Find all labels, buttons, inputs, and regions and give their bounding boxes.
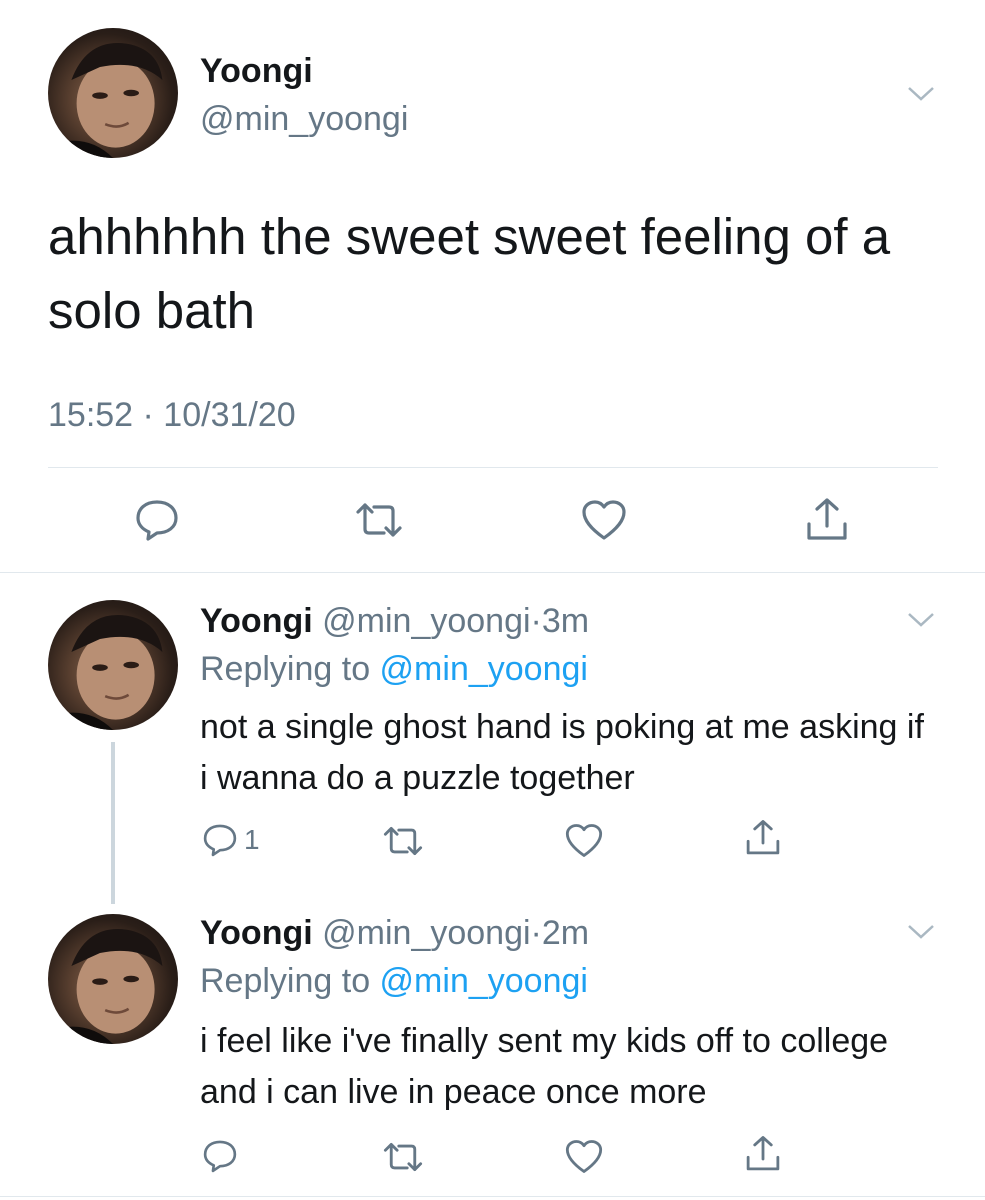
author-name[interactable]: Yoongi xyxy=(200,52,313,91)
chevron-down-icon[interactable] xyxy=(906,922,936,942)
retweet-icon xyxy=(383,1142,423,1172)
like-button[interactable] xyxy=(564,1138,604,1175)
divider xyxy=(0,572,985,573)
reply-icon xyxy=(203,824,237,857)
avatar-photo xyxy=(48,929,163,1044)
reply-icon xyxy=(136,500,178,541)
separator-dot: · xyxy=(530,602,542,640)
avatar-photo xyxy=(48,615,163,730)
retweet-icon xyxy=(356,503,402,537)
replying-to: Replying to @min_yoongi xyxy=(200,650,588,689)
reply-time[interactable]: 3m xyxy=(542,602,589,640)
avatar-photo xyxy=(48,43,163,158)
avatar[interactable] xyxy=(48,600,178,730)
mention-link[interactable]: @min_yoongi xyxy=(380,962,588,1000)
reply-header: Yoongi @min_yoongi·2m xyxy=(200,914,589,953)
retweet-button[interactable] xyxy=(382,824,424,858)
share-icon xyxy=(746,1136,780,1171)
tweet-timestamp[interactable]: 15:52 · 10/31/20 xyxy=(48,396,296,435)
retweet-button[interactable] xyxy=(382,1140,424,1174)
retweet-button[interactable] xyxy=(354,500,404,540)
like-icon xyxy=(565,824,603,857)
separator-dot: · xyxy=(530,914,542,952)
share-button[interactable] xyxy=(744,1134,782,1174)
author-name[interactable]: Yoongi xyxy=(200,602,313,640)
share-icon xyxy=(746,820,780,855)
tweet-thread-view: Yoongi @min_yoongi ahhhhhh the sweet swe… xyxy=(0,0,985,1200)
author-handle[interactable]: @min_yoongi xyxy=(322,914,530,952)
author-handle[interactable]: @min_yoongi xyxy=(322,602,530,640)
thread-connector xyxy=(111,742,115,904)
reply-button[interactable] xyxy=(202,1138,238,1174)
share-button[interactable] xyxy=(804,496,850,544)
divider xyxy=(48,467,938,468)
share-button[interactable] xyxy=(744,818,782,858)
author-handle[interactable]: @min_yoongi xyxy=(200,100,408,139)
reply-time[interactable]: 2m xyxy=(542,914,589,952)
share-icon xyxy=(807,498,847,540)
reply-count: 1 xyxy=(244,824,260,855)
reply-text: not a single ghost hand is poking at me … xyxy=(200,708,924,797)
avatar[interactable] xyxy=(48,914,178,1044)
reply-button[interactable]: 1 xyxy=(202,822,260,858)
chevron-down-icon[interactable] xyxy=(906,84,936,104)
chevron-down-icon[interactable] xyxy=(906,610,936,630)
avatar[interactable] xyxy=(48,28,178,158)
like-button[interactable] xyxy=(580,498,628,542)
like-icon xyxy=(582,500,626,540)
reply-header: Yoongi @min_yoongi·3m xyxy=(200,602,589,641)
tweet-text: ahhhhhh the sweet sweet feeling of a sol… xyxy=(48,208,891,339)
replying-label: Replying to xyxy=(200,962,380,1000)
like-icon xyxy=(565,1140,603,1173)
retweet-icon xyxy=(383,826,423,856)
reply-text: i feel like i've finally sent my kids of… xyxy=(200,1022,889,1111)
reply-button[interactable] xyxy=(134,498,180,542)
replying-label: Replying to xyxy=(200,650,380,688)
mention-link[interactable]: @min_yoongi xyxy=(380,650,588,688)
reply-icon xyxy=(203,1140,237,1173)
like-button[interactable] xyxy=(564,822,604,859)
author-name[interactable]: Yoongi xyxy=(200,914,313,952)
divider xyxy=(0,1196,985,1197)
replying-to: Replying to @min_yoongi xyxy=(200,962,588,1001)
